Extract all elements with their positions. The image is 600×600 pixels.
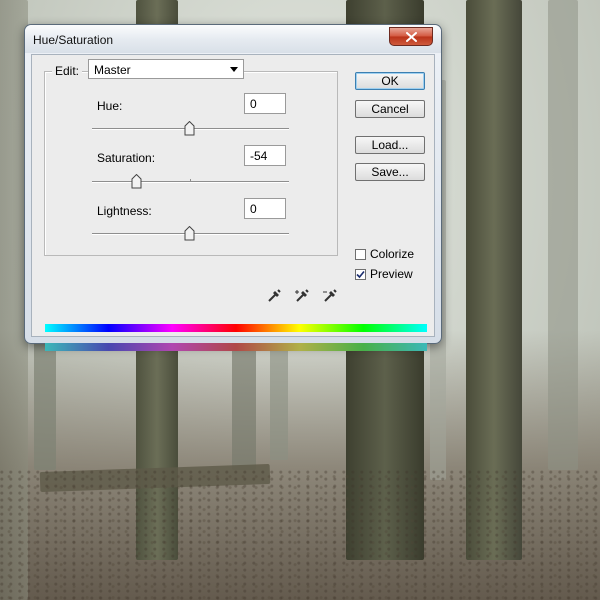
ok-button[interactable]: OK (355, 72, 425, 90)
edit-label: Edit: (52, 64, 83, 78)
preview-checkbox[interactable] (355, 268, 366, 280)
colorize-option[interactable]: Colorize (355, 247, 414, 261)
saturation-input[interactable]: -54 (244, 145, 286, 166)
tree-trunk (270, 340, 288, 460)
lightness-value: 0 (250, 202, 257, 216)
hue-saturation-dialog: Hue/Saturation Edit: Master Hue: 0 Satur… (24, 24, 442, 351)
lightness-slider-thumb[interactable] (184, 226, 195, 241)
eyedropper-minus-icon[interactable] (322, 288, 338, 304)
eyedropper-icon[interactable] (266, 288, 282, 304)
save-button[interactable]: Save... (355, 163, 425, 181)
saturation-center-tick (190, 179, 191, 182)
cancel-button[interactable]: Cancel (355, 100, 425, 118)
saturation-value: -54 (250, 149, 268, 163)
hue-slider-thumb[interactable] (184, 121, 195, 136)
dialog-client-area: Edit: Master Hue: 0 Saturation: -54 Ligh… (31, 54, 435, 351)
edit-channel-value: Master (94, 63, 131, 77)
title-bar[interactable]: Hue/Saturation (25, 25, 441, 53)
eyedropper-plus-icon[interactable] (294, 288, 310, 304)
lightness-input[interactable]: 0 (244, 198, 286, 219)
hue-input[interactable]: 0 (244, 93, 286, 114)
preview-option[interactable]: Preview (355, 267, 413, 281)
output-color-ramp (45, 343, 427, 351)
close-button[interactable] (389, 27, 433, 46)
colorize-label: Colorize (370, 247, 415, 261)
lightness-label: Lightness: (97, 204, 152, 218)
colorize-checkbox[interactable] (355, 248, 366, 260)
dialog-title: Hue/Saturation (33, 33, 114, 47)
input-color-ramp (45, 324, 427, 332)
hue-value: 0 (250, 97, 257, 111)
edit-channel-select[interactable]: Master (88, 59, 244, 79)
tree-trunk (548, 0, 578, 470)
preview-label: Preview (370, 267, 413, 281)
dropdown-arrow-icon (230, 67, 238, 72)
saturation-label: Saturation: (97, 151, 156, 165)
close-icon (405, 31, 417, 42)
load-button[interactable]: Load... (355, 136, 425, 154)
tree-trunk (232, 340, 256, 470)
hue-label: Hue: (97, 99, 123, 113)
forest-floor (0, 470, 600, 600)
saturation-slider-thumb[interactable] (131, 174, 142, 189)
checkmark-icon (356, 270, 365, 278)
